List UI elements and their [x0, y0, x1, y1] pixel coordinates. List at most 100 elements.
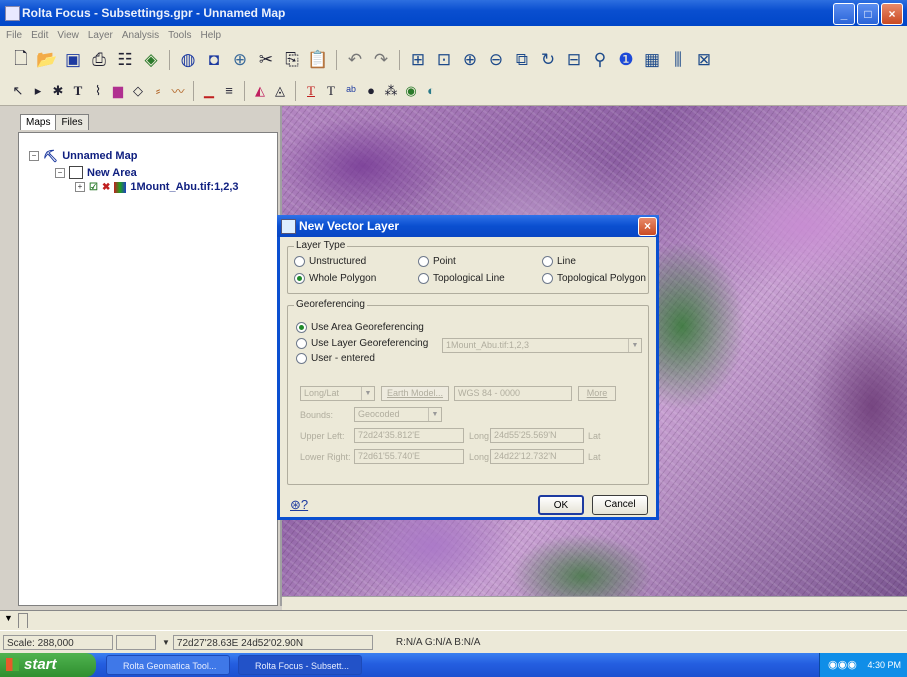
horizontal-scrollbar[interactable]: [282, 596, 907, 611]
overview-icon[interactable]: ⊟: [563, 49, 585, 71]
tools-icon[interactable]: ⚲: [589, 49, 611, 71]
upper-left-lat-field[interactable]: 24d55'25.569'N: [490, 428, 584, 443]
scatter-icon[interactable]: ⁂: [383, 80, 399, 102]
radio-use-area-georef[interactable]: Use Area Georeferencing: [296, 322, 424, 333]
symbol-icon[interactable]: ᵃᵇ: [343, 80, 359, 102]
line-color-icon[interactable]: ▁: [201, 80, 217, 102]
radio-topological-line[interactable]: Topological Line: [418, 273, 505, 284]
save-icon[interactable]: ▣: [62, 49, 84, 71]
line-pattern-icon[interactable]: 〰: [170, 80, 186, 102]
tray-icons[interactable]: ◉◉◉: [828, 653, 857, 677]
taskbar-item-focus[interactable]: Rolta Focus - Subsett...: [238, 655, 362, 675]
maximize-button[interactable]: □: [857, 3, 879, 25]
menu-tools[interactable]: Tools: [168, 30, 191, 41]
fill-bucket-icon[interactable]: ◭: [252, 80, 268, 102]
main-toolbar: 🗋 📂 ▣ ⎙ ☷ ◈ ◍ ◘ ⊕ ✂ ⎘ 📋 ↶ ↷ ⊞ ⊡ ⊕ ⊖ ⧉ ↻ …: [0, 44, 907, 76]
minimize-button[interactable]: _: [833, 3, 855, 25]
print-icon[interactable]: ⎙: [88, 49, 110, 71]
line-style-icon[interactable]: ⸗: [150, 80, 166, 102]
select-arrow-icon[interactable]: ↖: [10, 80, 26, 102]
bounds-dropdown[interactable]: Geocoded ▼: [354, 407, 442, 422]
radio-label: Use Layer Georeferencing: [311, 338, 429, 349]
more-button[interactable]: More: [578, 386, 616, 401]
radio-point[interactable]: Point: [418, 256, 456, 267]
refresh-icon[interactable]: ↻: [537, 49, 559, 71]
ok-button[interactable]: OK: [538, 495, 584, 515]
view-icon[interactable]: ◘: [203, 49, 225, 71]
layer-icon[interactable]: ◈: [140, 49, 162, 71]
zoom-in-icon[interactable]: ⊕: [459, 49, 481, 71]
collapse-toggle[interactable]: −: [29, 151, 39, 161]
radio-unstructured[interactable]: Unstructured: [294, 256, 366, 267]
redo-icon[interactable]: ↷: [370, 49, 392, 71]
info-icon[interactable]: ❶: [615, 49, 637, 71]
layer-georef-dropdown[interactable]: 1Mount_Abu.tif:1,2,3 ▼: [442, 338, 642, 353]
shape-icon[interactable]: ◇: [130, 80, 146, 102]
menu-help[interactable]: Help: [200, 30, 221, 41]
paste-icon[interactable]: 📋: [307, 49, 329, 71]
lower-right-lat-field[interactable]: 24d22'12.732'N: [490, 449, 584, 464]
zoom-box-icon[interactable]: ⊡: [433, 49, 455, 71]
polyline-icon[interactable]: ⌇: [90, 80, 106, 102]
zoom-out-icon[interactable]: ⊖: [485, 49, 507, 71]
close-button[interactable]: ×: [881, 3, 903, 25]
undo-icon[interactable]: ↶: [344, 49, 366, 71]
expand-toggle[interactable]: +: [75, 182, 85, 192]
tab-maps[interactable]: Maps: [20, 114, 57, 130]
table-icon[interactable]: ▦: [641, 49, 663, 71]
cut-icon[interactable]: ✂: [255, 49, 277, 71]
start-button[interactable]: start: [0, 653, 96, 677]
new-file-icon[interactable]: 🗋: [10, 49, 32, 71]
checkbox-icon[interactable]: ☑: [89, 182, 98, 193]
symbol-size-icon[interactable]: ●: [363, 80, 379, 102]
upper-left-long-field[interactable]: 72d24'35.812'E: [354, 428, 464, 443]
menu-analysis[interactable]: Analysis: [122, 30, 159, 41]
radio-use-layer-georef[interactable]: Use Layer Georeferencing: [296, 338, 428, 349]
dialog-close-button[interactable]: ×: [638, 217, 657, 236]
fill-color-icon[interactable]: ▆: [110, 80, 126, 102]
earth-model-button[interactable]: Earth Model...: [381, 386, 449, 401]
dialog-titlebar[interactable]: New Vector Layer ×: [277, 215, 659, 237]
line-width-icon[interactable]: ≡: [221, 80, 237, 102]
font-icon[interactable]: T: [323, 80, 339, 102]
layout-icon[interactable]: ⊠: [693, 49, 715, 71]
start-label: start: [24, 656, 57, 673]
open-folder-icon[interactable]: 📂: [36, 49, 58, 71]
units-dropdown-icon[interactable]: ▼: [162, 638, 170, 647]
help-icon[interactable]: ⊛?: [290, 497, 308, 513]
lower-right-long-field[interactable]: 72d61'55.740'E: [354, 449, 464, 464]
point-icon[interactable]: ✱: [50, 80, 66, 102]
zoom-layer-icon[interactable]: ⧉: [511, 49, 533, 71]
radio-user-entered[interactable]: User - entered: [296, 353, 375, 364]
menu-file[interactable]: File: [6, 30, 22, 41]
radio-indicator: [296, 338, 307, 349]
text-tool-icon[interactable]: T: [70, 80, 86, 102]
window-titlebar[interactable]: Rolta Focus - Subsettings.gpr - Unnamed …: [0, 0, 907, 26]
histogram-icon[interactable]: ⫼: [667, 49, 689, 71]
panel-toggle-icon[interactable]: ▼: [4, 613, 13, 623]
globe-icon[interactable]: ⊕: [229, 49, 251, 71]
projection-dropdown[interactable]: Long/Lat ▼: [300, 386, 375, 401]
radio-whole-polygon[interactable]: Whole Polygon: [294, 273, 376, 284]
copy-icon[interactable]: ⎘: [281, 49, 303, 71]
eye-icon[interactable]: ◉: [403, 80, 419, 102]
zoom-extent-icon[interactable]: ⊞: [407, 49, 429, 71]
pattern-fill-icon[interactable]: ◬: [272, 80, 288, 102]
radio-line[interactable]: Line: [542, 256, 576, 267]
text-color-icon[interactable]: T: [303, 80, 319, 102]
tree-item-area[interactable]: − New Area: [55, 166, 137, 179]
menu-view[interactable]: View: [57, 30, 79, 41]
pointer-icon[interactable]: ▸: [30, 80, 46, 102]
tab-files[interactable]: Files: [55, 114, 89, 130]
properties-icon[interactable]: ☷: [114, 49, 136, 71]
visibility-icon[interactable]: ◐: [423, 80, 439, 102]
zoom-map-icon[interactable]: ◍: [177, 49, 199, 71]
tree-item-layer[interactable]: + ☑ ✖ 1Mount_Abu.tif:1,2,3: [75, 181, 239, 193]
menu-edit[interactable]: Edit: [31, 30, 48, 41]
tree-item-map[interactable]: − ⛏ Unnamed Map: [29, 149, 137, 163]
collapse-toggle[interactable]: −: [55, 167, 65, 178]
menu-layer[interactable]: Layer: [88, 30, 113, 41]
cancel-button[interactable]: Cancel: [592, 495, 648, 515]
taskbar-item-geomatica[interactable]: Rolta Geomatica Tool...: [106, 655, 230, 675]
radio-topological-polygon[interactable]: Topological Polygon: [542, 273, 646, 284]
